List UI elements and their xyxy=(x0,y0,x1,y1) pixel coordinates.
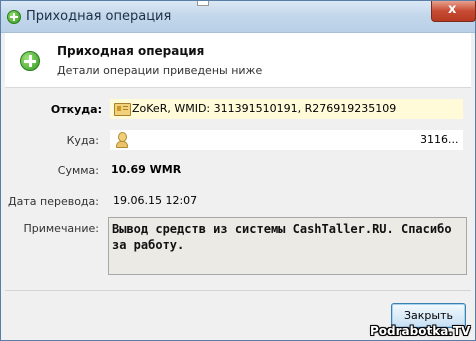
note-textarea[interactable]: Вывод средств из системы CashTaller.RU. … xyxy=(108,217,467,275)
to-field[interactable]: 3116... xyxy=(110,130,463,150)
plus-circle-icon xyxy=(20,51,40,71)
dialog-header: Приходная операция Детали операции приве… xyxy=(5,33,471,88)
dialog-window: Приходная операция x Приходная операция … xyxy=(0,0,476,341)
to-label: Куда: xyxy=(66,134,99,147)
from-value: ZoKeR, WMID: 311391510191, R276919235109 xyxy=(132,102,397,115)
amount-value: 10.69 WMR xyxy=(111,163,182,176)
to-value: 3116... xyxy=(420,133,459,146)
footer-divider xyxy=(5,290,471,291)
note-label: Примечание: xyxy=(23,222,99,235)
date-value: 19.06.15 12:07 xyxy=(113,194,198,207)
from-field[interactable]: ZoKeR, WMID: 311391510191, R276919235109 xyxy=(110,99,463,119)
window-close-button[interactable]: x xyxy=(431,1,476,22)
title-bar[interactable]: Приходная операция x xyxy=(1,1,476,33)
from-label: Откуда: xyxy=(50,103,102,116)
window-title: Приходная операция xyxy=(26,9,172,24)
date-label: Дата перевода: xyxy=(8,195,99,208)
user-icon xyxy=(115,132,128,148)
watermark: Podrabotka.TV xyxy=(370,324,471,338)
header-title: Приходная операция xyxy=(57,44,205,58)
plus-circle-icon xyxy=(7,10,21,24)
wm-passport-icon xyxy=(114,103,131,116)
title-bar-tab xyxy=(197,1,209,6)
note-value: Вывод средств из системы CashTaller.RU. … xyxy=(112,222,452,252)
close-icon: x xyxy=(448,2,457,17)
amount-label: Сумма: xyxy=(57,164,99,177)
header-subtitle: Детали операции приведены ниже xyxy=(57,64,263,77)
